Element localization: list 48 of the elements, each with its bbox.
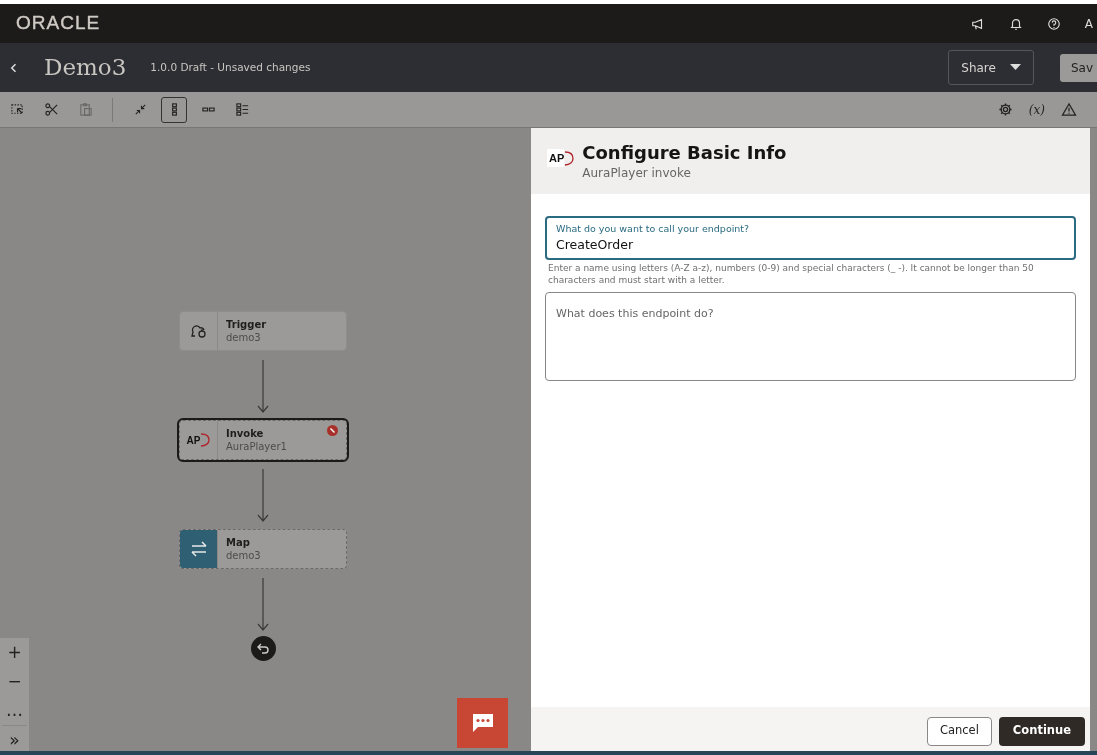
- save-button[interactable]: Sav: [1059, 53, 1097, 82]
- description-field[interactable]: What does this endpoint do?: [545, 292, 1076, 382]
- connector-arrow: [257, 468, 269, 523]
- brand-logo: ORACLE: [16, 11, 101, 36]
- announcement-icon[interactable]: [970, 16, 985, 31]
- connector-arrow: [257, 577, 269, 632]
- undo-icon: [257, 643, 269, 654]
- cloud-plug-icon: [189, 323, 208, 339]
- panel-subtitle: AuraPlayer invoke: [582, 164, 692, 182]
- more-button[interactable]: …: [0, 696, 29, 725]
- help-icon[interactable]: [1046, 16, 1061, 31]
- warning-icon[interactable]: [1061, 102, 1077, 117]
- chat-button[interactable]: [457, 698, 508, 748]
- caret-icon: [1009, 64, 1021, 71]
- variables-button[interactable]: (x): [1028, 100, 1045, 119]
- arc-icon: [564, 150, 575, 166]
- flow-node[interactable]: Map demo3: [179, 529, 347, 569]
- cancel-button[interactable]: Cancel: [926, 716, 992, 746]
- expand-button[interactable]: »: [0, 726, 29, 755]
- endpoint-name-field[interactable]: What do you want to call your endpoint? CreateOrder: [545, 216, 1076, 260]
- swap-arrows-icon: [189, 541, 208, 557]
- flow-node[interactable]: Trigger demo3: [179, 311, 347, 351]
- share-button[interactable]: Share: [948, 50, 1034, 85]
- version-status: 1.0.0 Draft - Unsaved changes: [150, 59, 311, 75]
- node-subtitle: AuraPlayer1: [226, 440, 287, 454]
- end-node-button[interactable]: [250, 636, 276, 661]
- vertical-layout-icon[interactable]: [161, 96, 187, 123]
- logo-text: AP: [186, 433, 201, 448]
- chat-icon: [471, 713, 494, 733]
- node-title: Map: [226, 535, 251, 549]
- zoom-in-button[interactable]: +: [0, 638, 29, 667]
- settings-icon[interactable]: [997, 102, 1013, 117]
- field-label: What do you want to call your endpoint?: [556, 222, 751, 236]
- arc-icon: [200, 433, 211, 447]
- node-title: Trigger: [226, 317, 267, 331]
- logo-text: AP: [547, 148, 565, 168]
- node-title: Invoke: [226, 426, 265, 440]
- continue-button[interactable]: Continue: [998, 716, 1085, 746]
- notification-icon[interactable]: [1008, 16, 1023, 31]
- connector-arrow: [257, 359, 269, 414]
- node-subtitle: demo3: [226, 331, 262, 345]
- zoom-out-button[interactable]: −: [0, 667, 29, 696]
- user-avatar[interactable]: A: [1084, 14, 1093, 33]
- help-text: Enter a name using letters (A-Z a-z), numbers (0-9) and special characters (_ -). It cannot be longer than 50 characters and must start with a letter.: [548, 262, 1035, 287]
- flow-node[interactable]: AP Invoke AuraPlayer1: [179, 420, 347, 460]
- integration-title: Demo3: [44, 53, 127, 83]
- panel-title: Configure Basic Info: [582, 142, 787, 164]
- node-subtitle: demo3: [226, 549, 261, 563]
